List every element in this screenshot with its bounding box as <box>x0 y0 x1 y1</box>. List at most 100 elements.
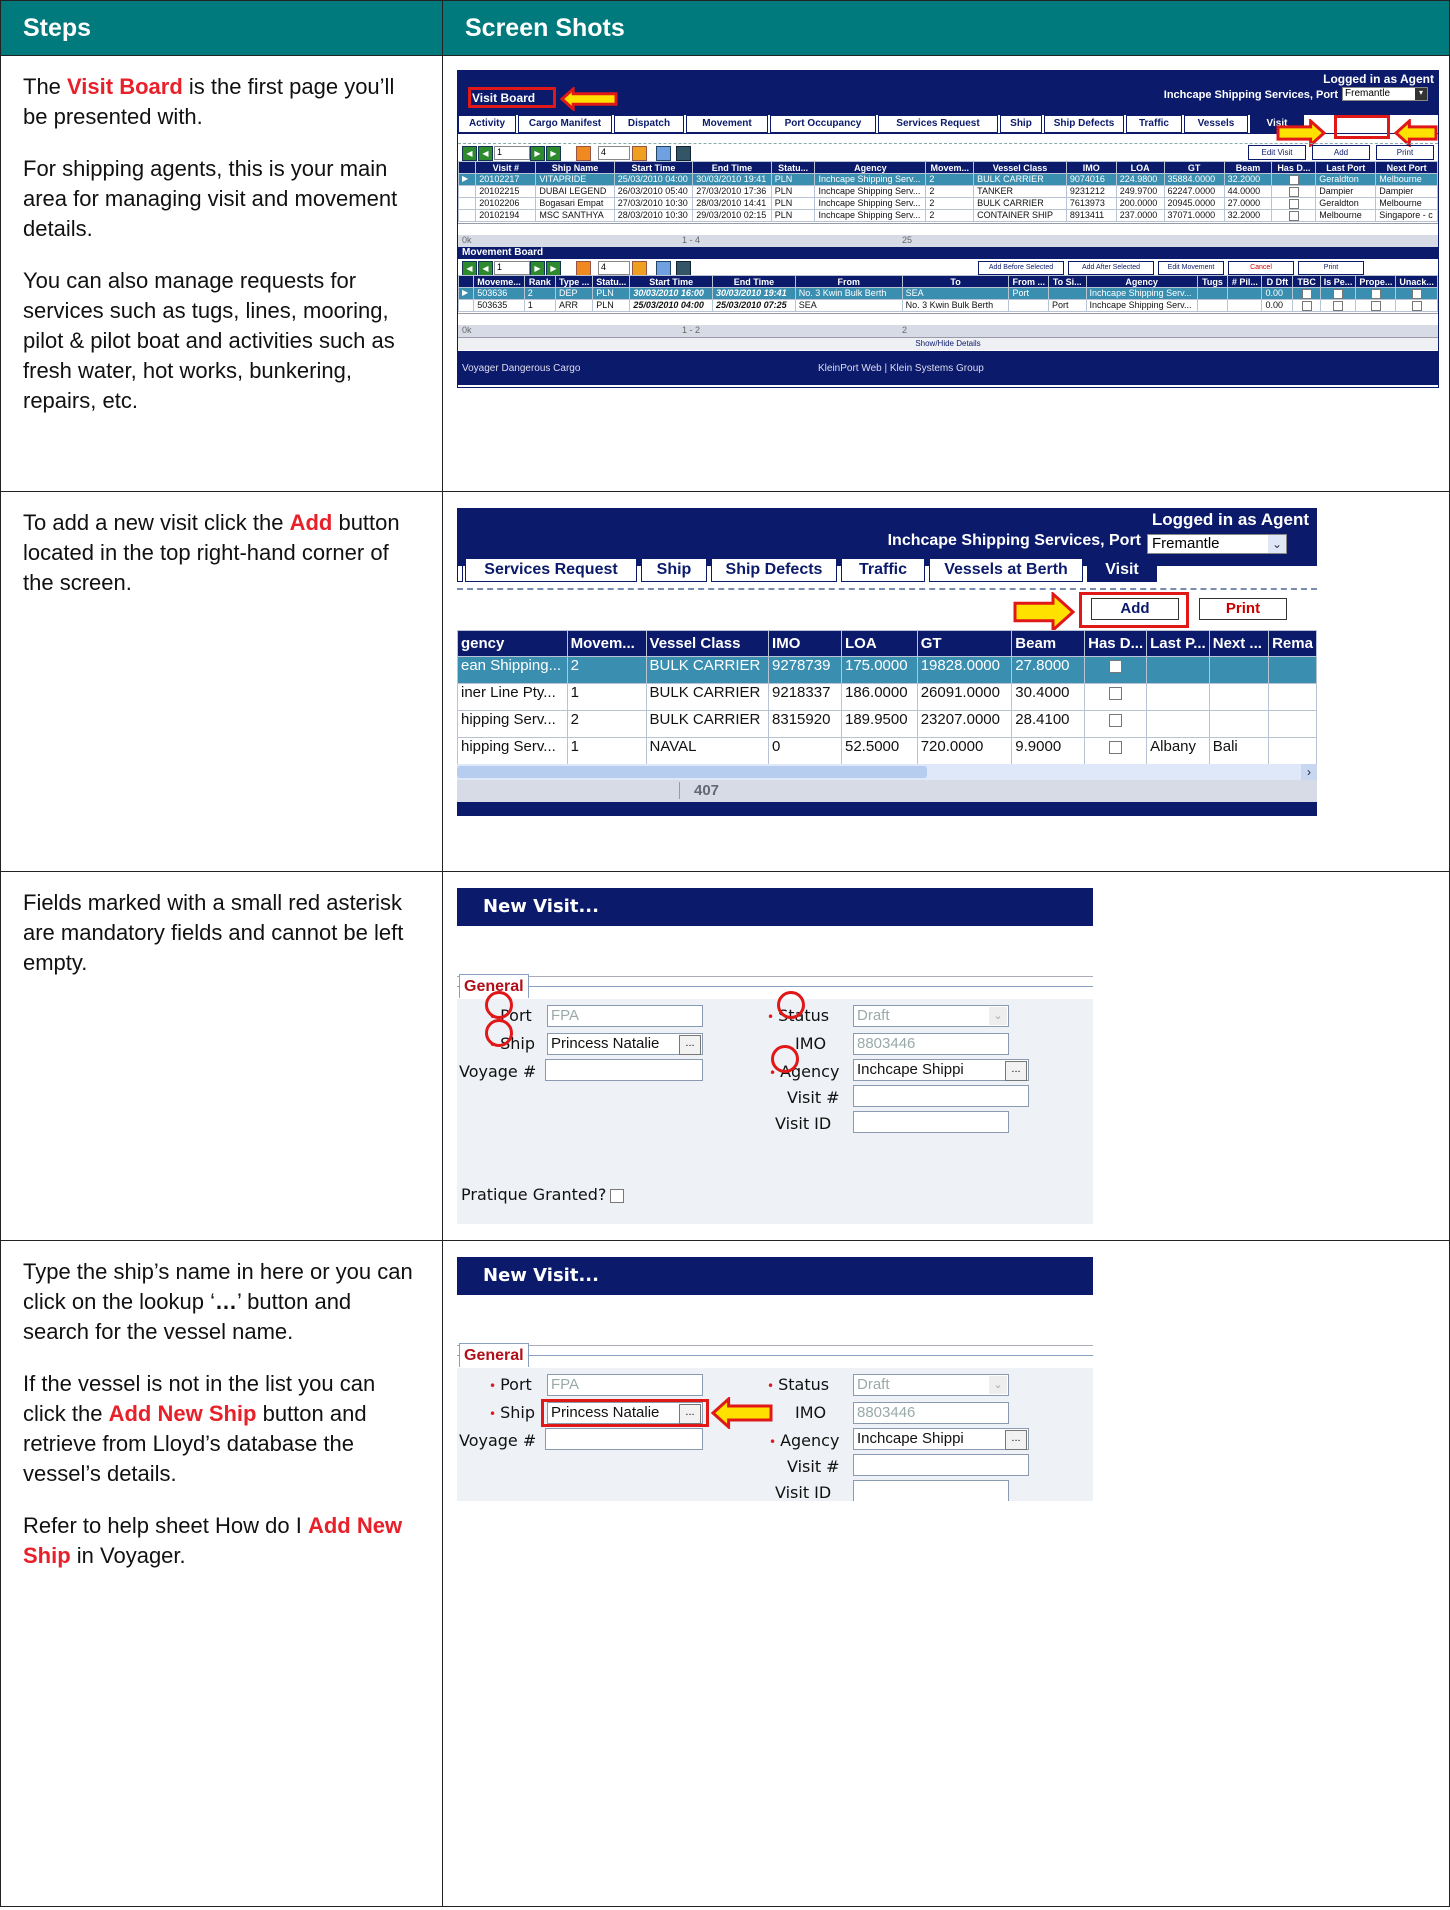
visit-id-field[interactable] <box>853 1480 1009 1501</box>
checkbox[interactable] <box>1370 300 1381 311</box>
toolbar-button-print[interactable]: Print <box>1376 145 1434 160</box>
tab-ship[interactable]: Ship <box>641 558 707 582</box>
table-row[interactable]: ▶ 503636 2 DEP PLN 30/03/2010 16:00 30/03/2010… <box>458 287 1438 300</box>
grid-header-cell[interactable]: Next Port <box>1375 161 1438 174</box>
tab-traffic[interactable]: Traffic <box>841 558 925 582</box>
tab-dispatch[interactable]: Dispatch <box>614 115 684 133</box>
movement-button-print[interactable]: Print <box>1298 261 1364 275</box>
grid-header-cell[interactable]: End Time <box>712 275 796 288</box>
voyage-field[interactable] <box>545 1059 703 1081</box>
toolbar-button-edit-visit[interactable]: Edit Visit <box>1248 145 1306 160</box>
voyage-field[interactable] <box>545 1428 703 1450</box>
pratique-checkbox[interactable] <box>610 1188 625 1203</box>
table-row[interactable]: 20102194 MSC SANTHYA 28/03/2010 10:30 29/03… <box>458 209 1438 222</box>
checkbox[interactable] <box>1288 198 1299 209</box>
first-page-icon[interactable]: ◀ <box>462 261 477 276</box>
tab-ship[interactable]: Ship <box>1000 115 1042 133</box>
grid-header-cell[interactable]: Rank <box>523 275 556 288</box>
grid-header-cell[interactable]: Rema <box>1268 630 1317 657</box>
grid-header-cell[interactable]: LOA <box>841 630 918 657</box>
add-button[interactable]: Add <box>1091 598 1179 620</box>
tab-vessels-at-berth[interactable]: Vessels at Berth <box>929 558 1083 582</box>
tab-general[interactable]: General <box>459 1343 529 1367</box>
save-icon[interactable] <box>676 261 691 276</box>
show-hide-details-button[interactable]: Show/Hide Details <box>458 337 1438 350</box>
table-row[interactable]: hipping Serv... 2 BULK CARRIER 8315920 189.9… <box>457 710 1317 738</box>
grid-header-cell[interactable]: Visit # <box>475 161 537 174</box>
visit-id-field[interactable] <box>853 1111 1009 1133</box>
grid-header-cell[interactable]: Tugs <box>1196 275 1229 288</box>
visit-number-field[interactable] <box>853 1454 1029 1476</box>
grid-header-cell[interactable]: D Dft <box>1261 275 1294 288</box>
page-select[interactable]: 1 <box>494 146 530 160</box>
grid-header-cell[interactable]: To <box>901 275 1010 288</box>
grid-header-cell[interactable]: IMO <box>1065 161 1117 174</box>
checkbox[interactable] <box>1109 686 1123 700</box>
export-icon[interactable] <box>632 146 647 161</box>
movement-button-edit-movement[interactable]: Edit Movement <box>1158 261 1224 275</box>
tab-services-request[interactable]: Services Request <box>465 558 637 582</box>
table-row[interactable]: ean Shipping... 2 BULK CARRIER 9278739 175.0… <box>457 656 1317 684</box>
next-page-icon[interactable]: ▶ <box>530 261 545 276</box>
grid-header-cell[interactable]: Last Port <box>1315 161 1377 174</box>
lookup-button[interactable]: ... <box>1005 1061 1027 1081</box>
grid-header-cell[interactable]: Vessel Class <box>645 630 770 657</box>
filter-icon[interactable] <box>656 146 671 161</box>
last-page-icon[interactable]: ▶ <box>546 261 561 276</box>
grid-header-cell[interactable]: gency <box>457 630 568 657</box>
lookup-button[interactable]: ... <box>1005 1430 1027 1450</box>
grid-header-cell[interactable]: Vessel Class <box>973 161 1067 174</box>
grid-header-cell[interactable]: Agency <box>814 161 927 174</box>
prev-page-icon[interactable]: ◀ <box>478 261 493 276</box>
grid-header-cell[interactable]: Unack... <box>1395 275 1438 288</box>
refresh-icon[interactable] <box>576 261 591 276</box>
table-row[interactable]: ▶ 20102217 VITAPRIDE 25/03/2010 04:00 30/03/… <box>458 173 1438 186</box>
grid-header-cell[interactable]: From ... <box>1008 275 1049 288</box>
grid-header-cell[interactable]: GT <box>1163 161 1225 174</box>
checkbox[interactable] <box>1301 300 1312 311</box>
grid-header-cell[interactable]: To Si... <box>1047 275 1087 288</box>
count-field[interactable]: 4 <box>598 261 630 275</box>
tab-cargo-manifest[interactable]: Cargo Manifest <box>518 115 612 133</box>
grid-header-cell[interactable]: Has D... <box>1271 161 1317 174</box>
prev-page-icon[interactable]: ◀ <box>478 146 493 161</box>
tab-visit[interactable]: Visit <box>1087 558 1157 582</box>
port-select[interactable]: Fremantle ▾ <box>1342 87 1428 101</box>
ship-field[interactable]: Princess Natalie... <box>547 1033 703 1055</box>
grid-header-cell[interactable]: Next ... <box>1208 630 1270 657</box>
grid-header-cell[interactable]: From <box>794 275 903 288</box>
grid-header-cell[interactable]: Ship Name <box>535 161 615 174</box>
status-select[interactable]: Draft ⌄ <box>853 1374 1009 1396</box>
toolbar-button-add[interactable]: Add <box>1312 145 1370 160</box>
port-field[interactable]: FPA <box>547 1374 703 1396</box>
chevron-down-icon[interactable]: ▾ <box>1415 88 1427 100</box>
grid-header-cell[interactable]: Last P... <box>1146 630 1210 657</box>
status-select[interactable]: Draft ⌄ <box>853 1005 1009 1027</box>
grid-header-cell[interactable]: Prope... <box>1355 275 1397 288</box>
save-icon[interactable] <box>676 146 691 161</box>
checkbox[interactable] <box>1109 740 1123 754</box>
tab-ship-defects[interactable]: Ship Defects <box>711 558 837 582</box>
tab-ship-defects[interactable]: Ship Defects <box>1044 115 1124 133</box>
table-row[interactable]: iner Line Pty... 1 BULK CARRIER 9218337 186.… <box>457 683 1317 711</box>
first-page-icon[interactable]: ◀ <box>462 146 477 161</box>
tab-port-occupancy[interactable]: Port Occupancy <box>770 115 876 133</box>
tab-services-request[interactable]: Services Request <box>878 115 998 133</box>
checkbox[interactable] <box>1109 659 1123 673</box>
checkbox[interactable] <box>1109 713 1123 727</box>
count-field[interactable]: 4 <box>598 146 630 160</box>
grid-header-cell[interactable]: # Pil... <box>1227 275 1263 288</box>
checkbox[interactable] <box>1288 174 1299 185</box>
imo-field[interactable]: 8803446 <box>853 1402 1009 1424</box>
filter-icon[interactable] <box>656 261 671 276</box>
checkbox[interactable] <box>1333 300 1344 311</box>
grid-header-cell[interactable]: Has D... <box>1084 630 1148 657</box>
grid-header-cell[interactable]: LOA <box>1115 161 1165 174</box>
imo-field[interactable]: 8803446 <box>853 1033 1009 1055</box>
grid-header-cell[interactable]: Type ... <box>554 275 594 288</box>
table-row[interactable]: 20102206 Bogasari Empat 27/03/2010 10:30 28… <box>458 197 1438 210</box>
lookup-button[interactable]: ... <box>679 1035 701 1055</box>
grid-header-cell[interactable]: Statu... <box>770 161 816 174</box>
grid-header-cell[interactable]: IMO <box>768 630 842 657</box>
table-row[interactable]: 20102215 DUBAI LEGEND 26/03/2010 05:40 27/0… <box>458 185 1438 198</box>
